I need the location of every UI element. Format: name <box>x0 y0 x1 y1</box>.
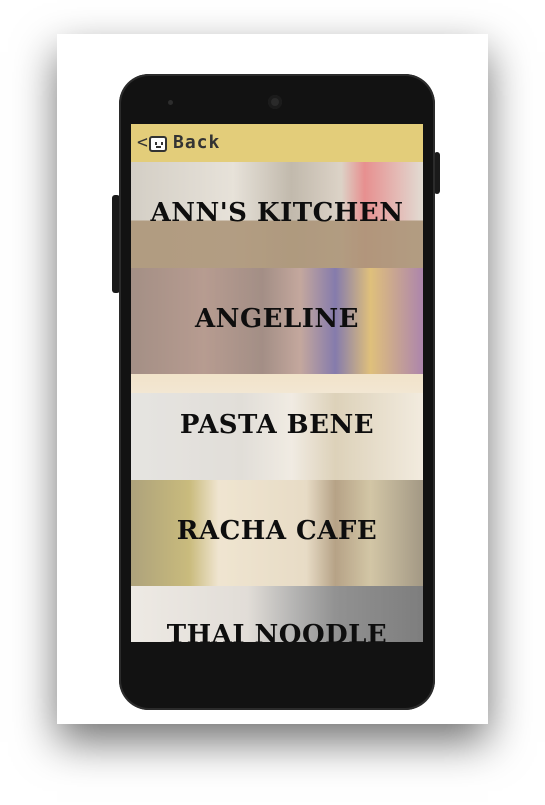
back-button[interactable]: < Back <box>131 124 241 162</box>
restaurant-item-angeline[interactable]: ANGELINE <box>131 268 423 374</box>
restaurant-name: ANGELINE <box>195 304 359 334</box>
top-bar: < Back <box>131 124 423 162</box>
mascot-mouth <box>156 146 161 148</box>
restaurant-item-racha-cafe[interactable]: RACHA CAFE <box>131 480 423 586</box>
app-screen: < Back ANN'S KITCHEN ANGELINE PASTA BENE <box>131 124 423 642</box>
app-mascot-icon <box>149 136 167 152</box>
restaurant-name: PASTA BENE <box>179 410 375 440</box>
restaurant-name: ANN'S KITCHEN <box>150 198 404 228</box>
phone-sensor <box>168 100 173 105</box>
restaurant-list[interactable]: ANN'S KITCHEN ANGELINE PASTA BENE RACHA … <box>131 162 423 642</box>
mascot-eye-left <box>155 142 157 145</box>
back-label: Back <box>173 132 221 153</box>
restaurant-item-thai-noodle[interactable]: THAI NOODLE <box>131 586 423 642</box>
restaurant-item-pasta-bene[interactable]: PASTA BENE <box>131 374 423 480</box>
phone-front-camera <box>268 95 282 109</box>
restaurant-item-anns-kitchen[interactable]: ANN'S KITCHEN <box>131 162 423 268</box>
restaurant-name: RACHA CAFE <box>176 516 378 546</box>
mascot-eye-right <box>161 142 163 145</box>
chevron-left-icon: < <box>137 132 148 153</box>
restaurant-name: THAI NOODLE <box>166 620 388 642</box>
